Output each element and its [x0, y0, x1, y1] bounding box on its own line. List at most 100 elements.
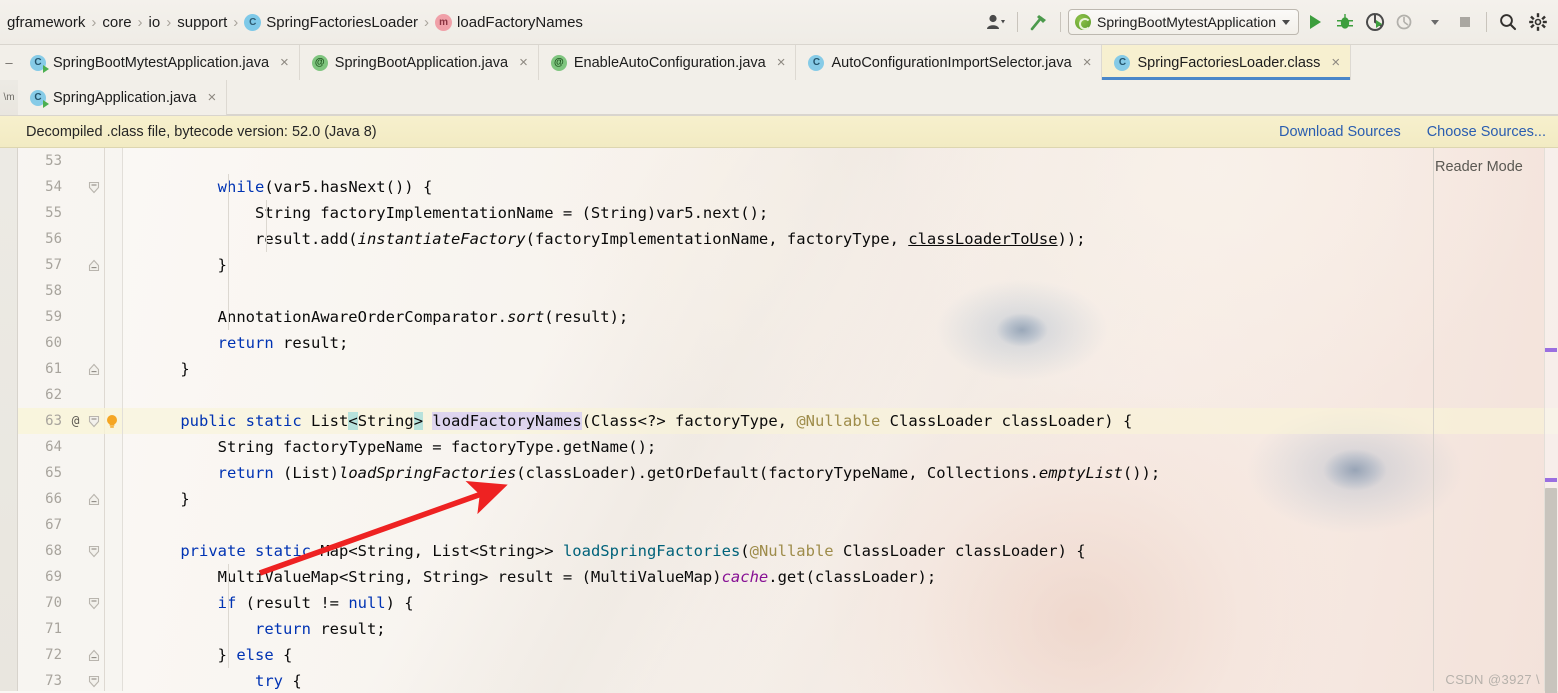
code-line[interactable]: AnnotationAwareOrderComparator.sort(resu… [123, 304, 1558, 330]
code-line[interactable]: } [123, 356, 1558, 382]
tab-close-icon[interactable]: × [777, 54, 786, 71]
choose-sources-link[interactable]: Choose Sources... [1427, 124, 1546, 140]
tab-enableautoconfiguration-java[interactable]: @ EnableAutoConfiguration.java × [539, 45, 797, 80]
gutter-row[interactable]: 71 [18, 616, 122, 642]
breadcrumb-item-gframework[interactable]: gframework [4, 14, 88, 31]
profiler-dropdown-icon[interactable] [1421, 8, 1449, 36]
code-fold-icon[interactable] [85, 493, 103, 506]
gear-settings-icon[interactable] [1524, 8, 1552, 36]
tab-label: SpringFactoriesLoader.class [1137, 54, 1321, 71]
gutter-row[interactable]: 67 [18, 512, 122, 538]
gutter-row[interactable]: 55 [18, 200, 122, 226]
code-line[interactable] [123, 278, 1558, 304]
breadcrumb-item-io[interactable]: io [146, 14, 164, 31]
user-avatar-icon[interactable] [982, 8, 1010, 36]
code-content-area[interactable]: while(var5.hasNext()) { String factoryIm… [123, 148, 1558, 691]
tab-springapplication-java[interactable]: C SpringApplication.java × [18, 80, 228, 115]
gutter-row[interactable]: 73 [18, 668, 122, 693]
code-fold-icon[interactable] [85, 545, 103, 558]
stop-square-icon[interactable] [1451, 8, 1479, 36]
breadcrumb-label: core [102, 13, 132, 31]
tab-close-icon[interactable]: × [207, 89, 216, 106]
build-hammer-icon[interactable] [1025, 8, 1053, 36]
code-line[interactable]: String factoryImplementationName = (Stri… [123, 200, 1558, 226]
gutter-row[interactable]: 68 [18, 538, 122, 564]
breadcrumb-item-core[interactable]: core [99, 14, 134, 31]
indent-guide [228, 564, 229, 668]
breadcrumb-item-springfactoriesloader[interactable]: C SpringFactoriesLoader [241, 13, 421, 31]
tab-close-icon[interactable]: × [519, 54, 528, 71]
code-fold-icon[interactable] [85, 259, 103, 272]
code-line[interactable]: while(var5.hasNext()) { [123, 174, 1558, 200]
code-line[interactable]: private static Map<String, List<String>>… [123, 538, 1558, 564]
code-line[interactable]: return (List)loadSpringFactories(classLo… [123, 460, 1558, 486]
code-line[interactable]: String factoryTypeName = factoryType.get… [123, 434, 1558, 460]
breadcrumb-item-loadfactorynames[interactable]: m loadFactoryNames [432, 13, 586, 31]
tab-close-icon[interactable]: × [280, 54, 289, 71]
gutter-row[interactable]: 62 [18, 382, 122, 408]
code-line[interactable]: } [123, 486, 1558, 512]
tab-label: SpringBootMytestApplication.java [53, 54, 270, 71]
scrollbar-marker[interactable] [1545, 478, 1557, 482]
breadcrumb-item-support[interactable]: support [174, 14, 230, 31]
gutter-row[interactable]: 64 [18, 434, 122, 460]
code-line[interactable] [123, 382, 1558, 408]
gutter-row[interactable]: 65 [18, 460, 122, 486]
code-fold-icon[interactable] [85, 675, 103, 688]
search-magnifier-icon[interactable] [1494, 8, 1522, 36]
tab-springfactoriesloader-class[interactable]: C SpringFactoriesLoader.class × [1102, 45, 1352, 80]
scrollbar-thumb[interactable] [1545, 488, 1557, 693]
code-line[interactable]: result.add(instantiateFactory(factoryImp… [123, 226, 1558, 252]
tab-springbootmytestapplication-java[interactable]: C SpringBootMytestApplication.java × [18, 45, 300, 80]
code-fold-icon[interactable] [85, 597, 103, 610]
code-line[interactable]: if (result != null) { [123, 590, 1558, 616]
code-line[interactable]: MultiValueMap<String, String> result = (… [123, 564, 1558, 590]
gutter-row[interactable]: 69 [18, 564, 122, 590]
tab-springbootapplication-java[interactable]: @ SpringBootApplication.java × [300, 45, 539, 80]
gutter-row[interactable]: 54 [18, 174, 122, 200]
profiler-icon[interactable] [1391, 8, 1419, 36]
code-fold-icon[interactable] [85, 363, 103, 376]
code-line[interactable]: public static List<String> loadFactoryNa… [123, 408, 1558, 434]
line-number: 63 [45, 413, 62, 429]
debug-bug-icon[interactable] [1331, 8, 1359, 36]
editor-scrollbar[interactable] [1544, 148, 1558, 693]
chevron-down-icon [1282, 19, 1290, 25]
code-line[interactable]: } [123, 252, 1558, 278]
line-number: 71 [45, 621, 62, 637]
spring-boot-icon [1075, 14, 1091, 30]
intention-bulb-icon[interactable] [103, 414, 121, 429]
tab-autoconfigurationimportselector-java[interactable]: C AutoConfigurationImportSelector.java × [796, 45, 1103, 80]
gutter-row[interactable]: 66 [18, 486, 122, 512]
gutter-row[interactable]: 63 @ [18, 408, 122, 434]
run-configuration-selector[interactable]: SpringBootMytestApplication [1068, 9, 1299, 35]
code-line[interactable]: try { [123, 668, 1558, 691]
gutter-row[interactable]: 53 [18, 148, 122, 174]
tab-close-icon[interactable]: × [1331, 54, 1340, 71]
run-play-icon[interactable] [1301, 8, 1329, 36]
line-number: 53 [45, 153, 62, 169]
code-line[interactable]: } else { [123, 642, 1558, 668]
gutter-row[interactable]: 59 [18, 304, 122, 330]
download-sources-link[interactable]: Download Sources [1279, 124, 1401, 140]
code-line[interactable] [123, 512, 1558, 538]
editor-gutter[interactable]: 53 54 55 56 57 58 59 60 61 62 63 @64 65 66 67 68 69 70 71 7… [18, 148, 123, 691]
code-fold-icon[interactable] [85, 181, 103, 194]
gutter-row[interactable]: 70 [18, 590, 122, 616]
tab-close-icon[interactable]: × [1083, 54, 1092, 71]
gutter-row[interactable]: 61 [18, 356, 122, 382]
gutter-row[interactable]: 57 [18, 252, 122, 278]
run-with-coverage-icon[interactable] [1361, 8, 1389, 36]
toolbar-actions: SpringBootMytestApplication [982, 8, 1558, 36]
gutter-row[interactable]: 58 [18, 278, 122, 304]
scrollbar-marker[interactable] [1545, 348, 1557, 352]
code-fold-icon[interactable] [85, 415, 103, 428]
code-line[interactable] [123, 148, 1558, 174]
gutter-row[interactable]: 60 [18, 330, 122, 356]
gutter-row[interactable]: 72 [18, 642, 122, 668]
code-line[interactable]: return result; [123, 330, 1558, 356]
code-fold-icon[interactable] [85, 649, 103, 662]
code-line[interactable]: return result; [123, 616, 1558, 642]
gutter-row[interactable]: 56 [18, 226, 122, 252]
line-number: 59 [45, 309, 62, 325]
